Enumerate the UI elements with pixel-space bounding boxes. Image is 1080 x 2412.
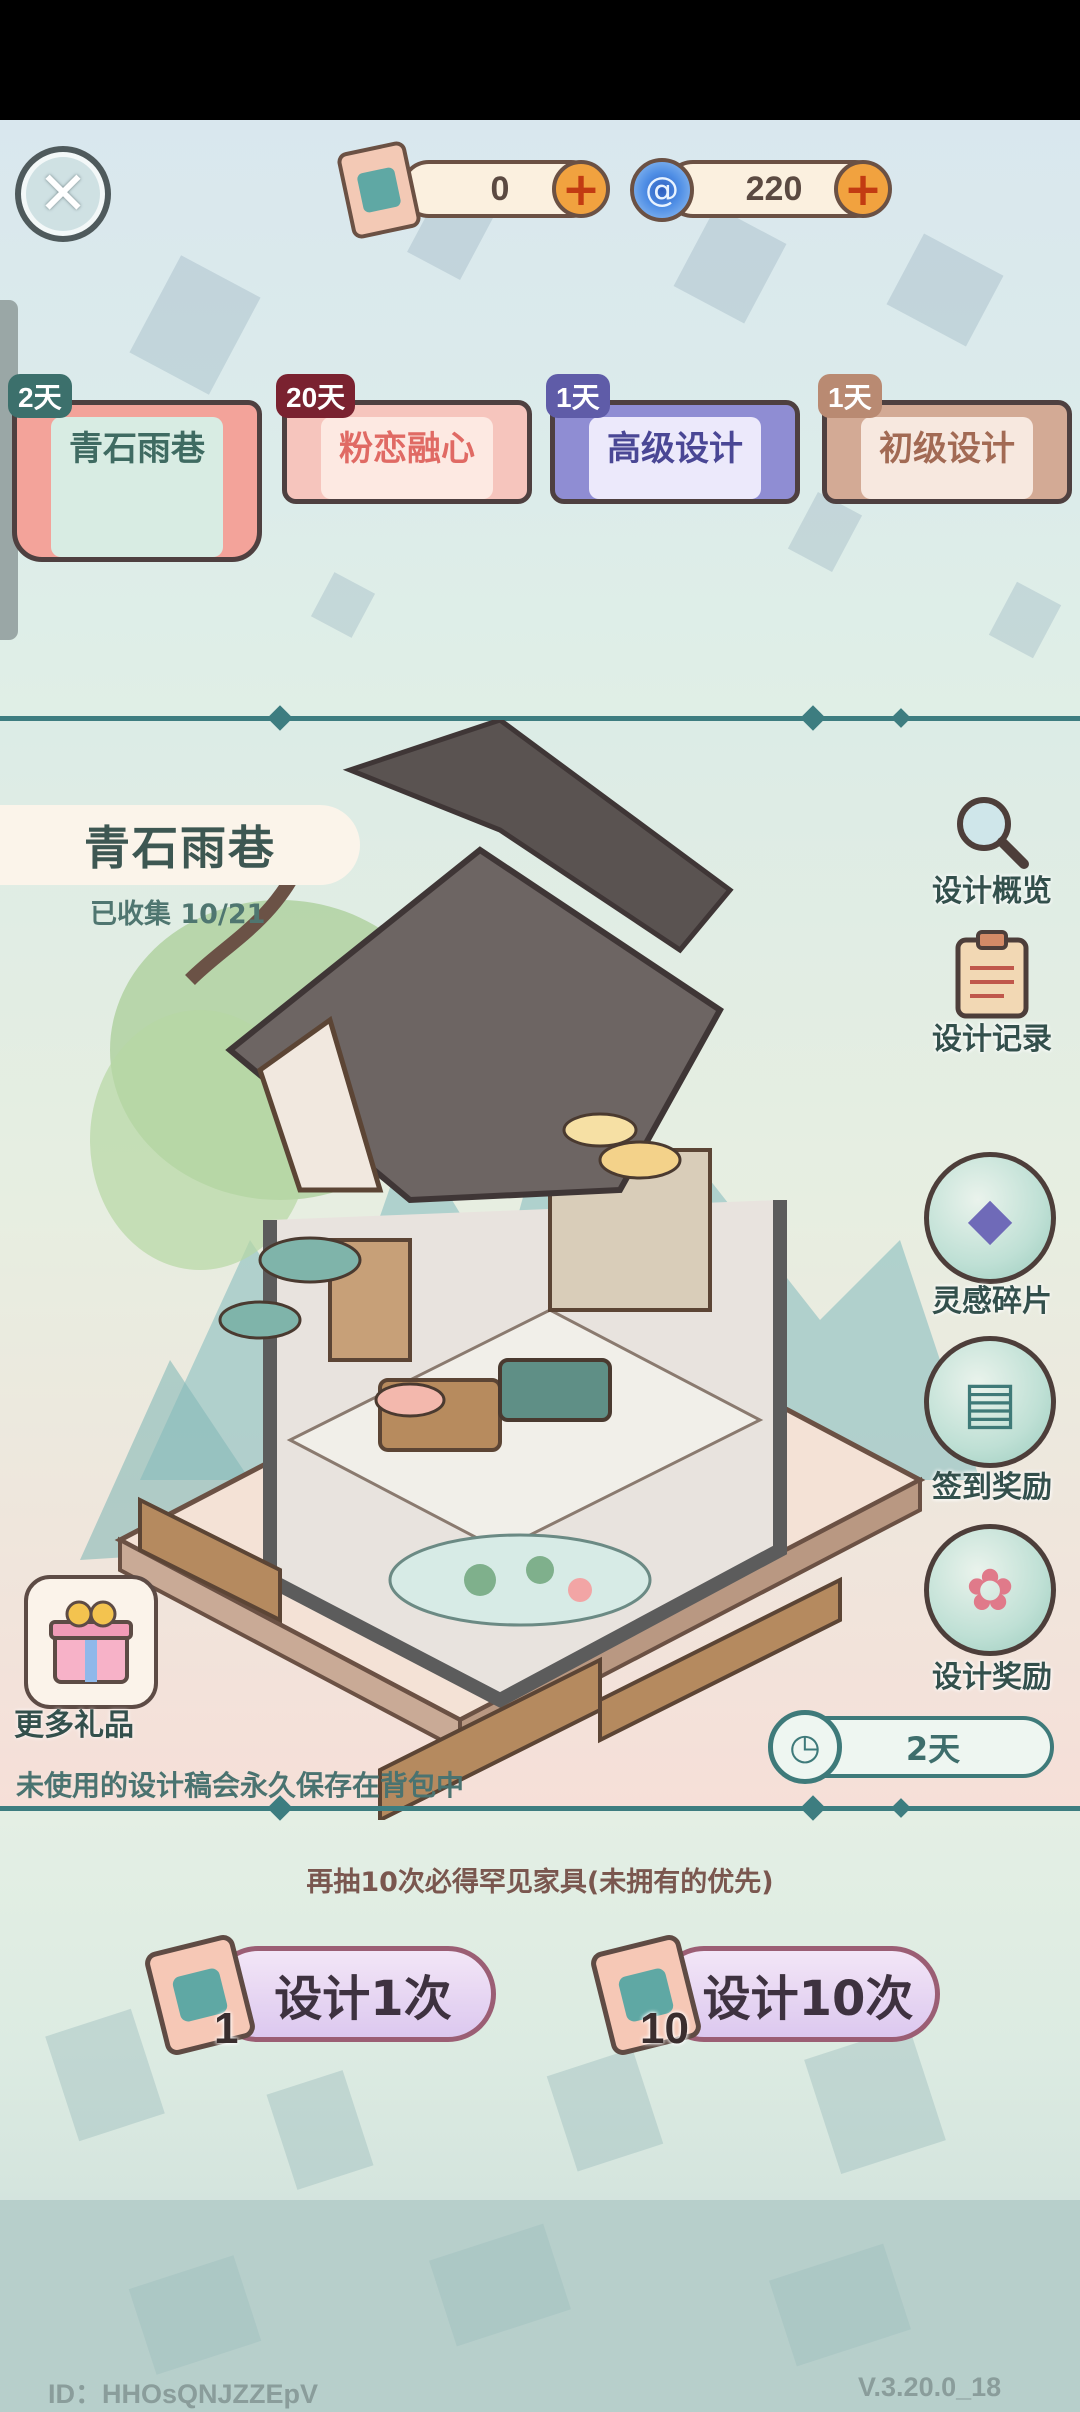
tab-qingshi-yuxiang[interactable]: 青石雨巷 bbox=[12, 400, 262, 562]
cost-count: 1 bbox=[214, 2004, 239, 2053]
design-once-label: 设计1次 bbox=[274, 1971, 452, 2027]
tab-time-badge: 1天 bbox=[818, 374, 882, 418]
calendar-pen-icon: ▤ bbox=[962, 1368, 1018, 1436]
version-label: V.3.20.0_18 bbox=[858, 2372, 1002, 2402]
timer-value: 2天 bbox=[905, 1730, 961, 1768]
tab-time-badge: 2天 bbox=[8, 374, 72, 418]
more-gifts-label: 更多礼品 bbox=[14, 1708, 134, 1743]
scene-title: 青石雨巷 bbox=[84, 821, 276, 875]
lotus-icon: ✿ bbox=[965, 1556, 1015, 1624]
add-gem-button[interactable]: + bbox=[834, 160, 892, 218]
swirl-gem-icon: @ bbox=[630, 158, 694, 222]
divider-bottom bbox=[0, 1806, 1080, 1811]
more-gifts-button[interactable] bbox=[24, 1575, 158, 1709]
magnifier-icon bbox=[950, 790, 1030, 870]
status-bar bbox=[0, 0, 1080, 120]
design-reward-button[interactable]: ✿ bbox=[924, 1524, 1056, 1656]
inspiration-fragment-icon: ◆ bbox=[967, 1184, 1013, 1252]
design-record-button[interactable]: 设计记录 bbox=[902, 1014, 1080, 1058]
player-id: ID：HHOsQNJZZEpV bbox=[48, 2379, 319, 2409]
scene-title-banner: 青石雨巷 bbox=[0, 805, 360, 885]
close-button[interactable]: ✕ bbox=[15, 146, 111, 242]
gem-count: 220 bbox=[745, 169, 803, 208]
close-icon: ✕ bbox=[37, 159, 89, 229]
house-illustration bbox=[80, 720, 980, 1820]
tab-time-badge: 20天 bbox=[276, 374, 356, 418]
save-note: 未使用的设计稿会永久保存在背包中 bbox=[16, 1769, 465, 1802]
tab-label: 高级设计 bbox=[589, 417, 761, 499]
tab-label: 粉恋融心 bbox=[321, 417, 493, 499]
cost-count: 10 bbox=[640, 2004, 689, 2053]
pity-hint: 再抽10次必得罕见家具(未拥有的优先) bbox=[306, 1867, 774, 1898]
clipboard-icon bbox=[954, 930, 1030, 1020]
collection-progress: 已收集 10/21 bbox=[90, 899, 266, 930]
inspiration-fragment-label: 灵感碎片 bbox=[932, 1284, 1052, 1319]
design-reward-label: 设计奖励 bbox=[932, 1660, 1052, 1695]
tab-label: 青石雨巷 bbox=[51, 417, 223, 557]
inspiration-fragment-button[interactable]: ◆ bbox=[924, 1152, 1056, 1284]
clock-icon: ◷ bbox=[768, 1710, 842, 1784]
tab-label: 初级设计 bbox=[861, 417, 1033, 499]
tab-time-badge: 1天 bbox=[546, 374, 610, 418]
design-ten-label: 设计10次 bbox=[702, 1971, 914, 2027]
gift-box-icon bbox=[49, 1600, 133, 1684]
check-in-reward-label: 签到奖励 bbox=[932, 1470, 1052, 1505]
add-design-scroll-button[interactable]: + bbox=[552, 160, 610, 218]
design-scroll-count: 0 bbox=[490, 169, 510, 208]
design-overview-button[interactable]: 设计概览 bbox=[902, 866, 1080, 910]
check-in-reward-button[interactable]: ▤ bbox=[924, 1336, 1056, 1468]
